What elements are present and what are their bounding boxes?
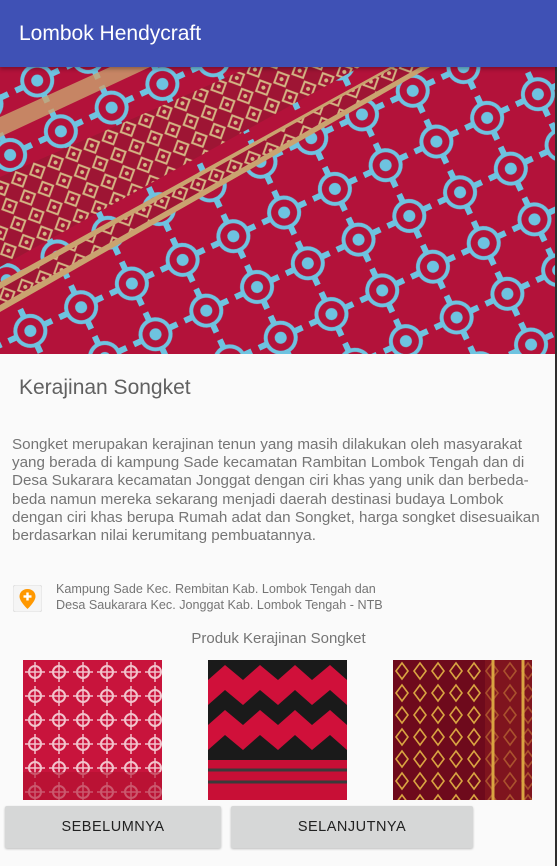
product-image-2[interactable] (208, 660, 347, 800)
product-image-3[interactable] (393, 660, 532, 800)
hero-songket-image (0, 67, 557, 354)
app-title: Lombok Hendycraft (19, 22, 202, 45)
next-button[interactable]: SELANJUTNYA (231, 806, 473, 848)
previous-button[interactable]: SEBELUMNYA (5, 806, 221, 848)
location-line-1: Kampung Sade Kec. Rembitan Kab. Lombok T… (56, 582, 376, 596)
app-bar: Lombok Hendycraft (0, 0, 557, 67)
description-text: Songket merupakan kerajinan tenun yang m… (12, 436, 540, 545)
map-marker-icon (12, 584, 43, 613)
products-title: Produk Kerajinan Songket (191, 630, 366, 647)
product-image-1[interactable] (23, 660, 162, 800)
location-text: Kampung Sade Kec. Rembitan Kab. Lombok T… (56, 582, 536, 613)
location-line-2: Desa Saukarara Kec. Jonggat Kab. Lombok … (56, 597, 383, 612)
section-title: Kerajinan Songket (19, 376, 191, 399)
